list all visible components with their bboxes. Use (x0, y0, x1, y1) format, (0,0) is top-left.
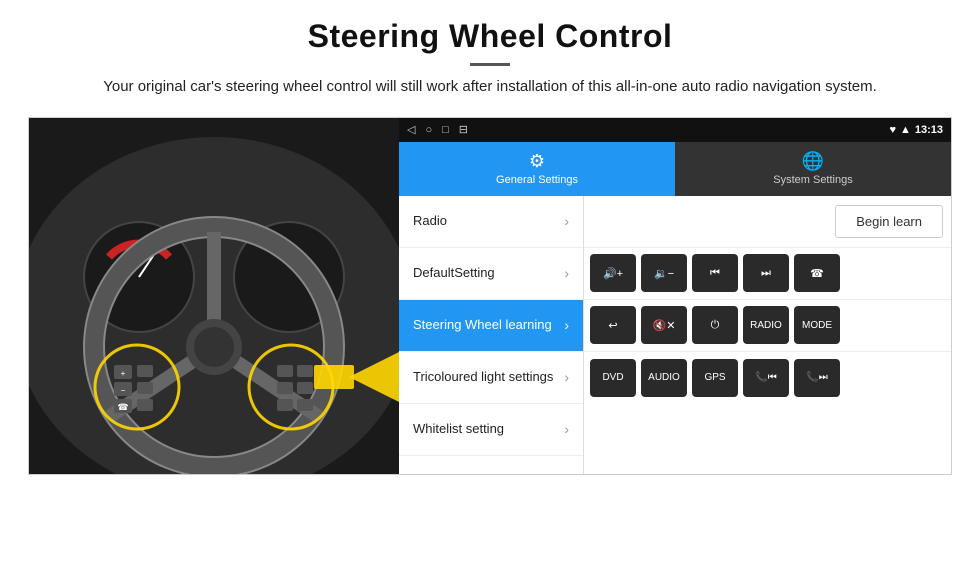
next-button[interactable]: ⏭ (743, 254, 789, 292)
chevron-icon: › (564, 369, 569, 385)
chevron-icon: › (564, 265, 569, 281)
home-icon[interactable]: ○ (425, 124, 432, 136)
back-icon[interactable]: ◁ (407, 123, 415, 136)
hangup-icon: ↩ (608, 319, 617, 332)
ctrl-row-top: Begin learn (584, 196, 951, 248)
dvd-button[interactable]: DVD (590, 359, 636, 397)
general-settings-icon: ⚙ (529, 151, 545, 172)
radio-button[interactable]: RADIO (743, 306, 789, 344)
wifi-icon: ♥ (889, 124, 896, 136)
vol-up-button[interactable]: 🔊+ (590, 254, 636, 292)
svg-text:+: + (121, 369, 126, 378)
svg-text:−: − (121, 386, 126, 395)
vol-up-icon: 🔊+ (603, 267, 623, 280)
prev-button[interactable]: ⏮ (692, 254, 738, 292)
audio-button[interactable]: AUDIO (641, 359, 687, 397)
vol-down-icon: 🔉− (654, 267, 674, 280)
tab-general-label: General Settings (496, 174, 578, 186)
power-icon: ⏻ (711, 319, 720, 332)
menu-item-whitelist-label: Whitelist setting (413, 421, 564, 437)
status-bar: ◁ ○ □ ⊟ ♥ ▲ 13:13 (399, 118, 951, 142)
menu-item-whitelist[interactable]: Whitelist setting › (399, 404, 583, 456)
nav-icons: ◁ ○ □ ⊟ (407, 123, 468, 136)
tel-next-icon: 📞⏭ (806, 372, 827, 383)
menu-list: Radio › DefaultSetting › Steering Wheel … (399, 196, 584, 474)
mute-icon: 🔇✕ (653, 319, 676, 332)
menu-item-steering-label: Steering Wheel learning (413, 317, 564, 333)
menu-item-steering[interactable]: Steering Wheel learning › (399, 300, 583, 352)
menu-item-radio-label: Radio (413, 213, 564, 229)
recents-icon[interactable]: □ (442, 124, 449, 136)
page-title: Steering Wheel Control (40, 18, 940, 55)
menu-item-tricoloured[interactable]: Tricoloured light settings › (399, 352, 583, 404)
menu-item-default-label: DefaultSetting (413, 265, 564, 281)
mute-button[interactable]: 🔇✕ (641, 306, 687, 344)
page-header: Steering Wheel Control Your original car… (0, 0, 980, 107)
tab-system-label: System Settings (773, 174, 852, 186)
menu-item-radio[interactable]: Radio › (399, 196, 583, 248)
ctrl-row-2: ↩ 🔇✕ ⏻ RADIO MODE (584, 300, 951, 352)
tab-bar: ⚙ General Settings 🌐 System Settings (399, 142, 951, 196)
ctrl-row-3: DVD AUDIO GPS 📞⏮ 📞⏭ (584, 352, 951, 404)
signal-icon: ▲ (900, 124, 911, 136)
chevron-icon: › (564, 213, 569, 229)
system-settings-icon: 🌐 (802, 151, 824, 172)
gps-button[interactable]: GPS (692, 359, 738, 397)
chevron-icon: › (564, 421, 569, 437)
steering-wheel-image: + − ☎ (29, 118, 399, 474)
title-divider (470, 63, 510, 66)
screenshot-icon[interactable]: ⊟ (459, 123, 468, 136)
tablet-ui: ◁ ○ □ ⊟ ♥ ▲ 13:13 ⚙ General Settings 🌐 S… (399, 118, 951, 474)
phone-button[interactable]: ☎ (794, 254, 840, 292)
tab-general-settings[interactable]: ⚙ General Settings (399, 142, 675, 196)
tel-prev-button[interactable]: 📞⏮ (743, 359, 789, 397)
main-area: Radio › DefaultSetting › Steering Wheel … (399, 196, 951, 474)
vol-down-button[interactable]: 🔉− (641, 254, 687, 292)
page-subtitle: Your original car's steering wheel contr… (80, 76, 900, 99)
menu-item-tricoloured-label: Tricoloured light settings (413, 369, 564, 385)
tel-prev-icon: 📞⏮ (755, 372, 776, 383)
status-bar-right: ♥ ▲ 13:13 (889, 124, 943, 136)
ctrl-row-1: 🔊+ 🔉− ⏮ ⏭ ☎ (584, 248, 951, 300)
mode-button[interactable]: MODE (794, 306, 840, 344)
chevron-icon: › (564, 317, 569, 333)
begin-learn-button[interactable]: Begin learn (835, 205, 943, 238)
menu-item-default[interactable]: DefaultSetting › (399, 248, 583, 300)
tab-system-settings[interactable]: 🌐 System Settings (675, 142, 951, 196)
power-button[interactable]: ⏻ (692, 306, 738, 344)
clock: 13:13 (915, 124, 943, 136)
svg-text:☎: ☎ (117, 402, 128, 412)
next-icon: ⏭ (761, 267, 771, 280)
controls-panel: Begin learn 🔊+ 🔉− ⏮ ⏭ (584, 196, 951, 474)
tel-next-button[interactable]: 📞⏭ (794, 359, 840, 397)
phone-icon: ☎ (810, 267, 824, 280)
prev-icon: ⏮ (710, 267, 720, 280)
hangup-button[interactable]: ↩ (590, 306, 636, 344)
content-area: + − ☎ ◁ (28, 117, 952, 475)
